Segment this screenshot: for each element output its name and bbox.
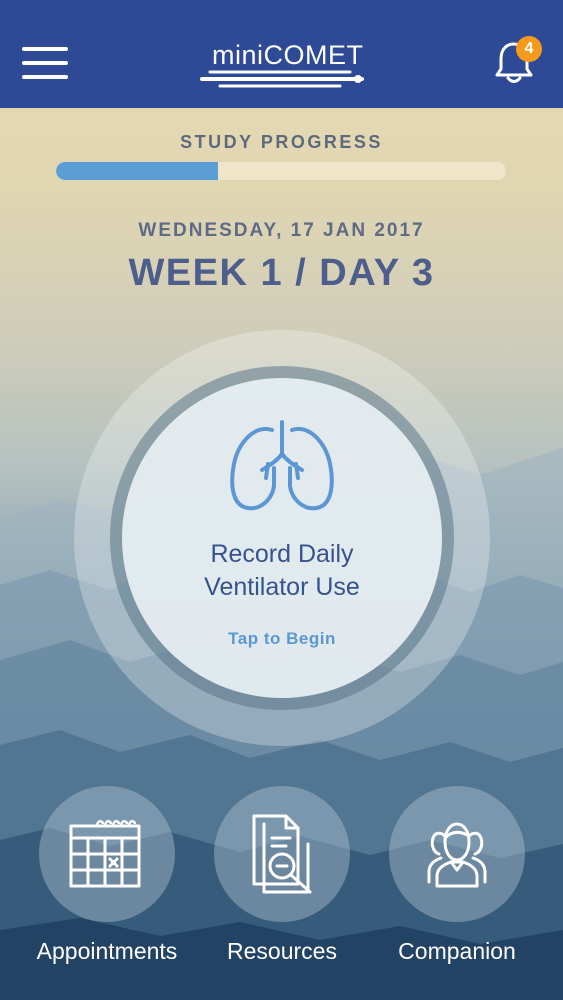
notification-badge: 4	[516, 36, 542, 62]
record-ventilator-button[interactable]: Record Daily Ventilator Use Tap to Begin	[122, 378, 442, 698]
calendar-icon	[69, 820, 141, 888]
companion-label[interactable]: Companion	[367, 938, 547, 965]
document-search-icon	[252, 814, 312, 894]
logo-text: miniCOMET	[212, 40, 364, 70]
study-progress-fill	[56, 162, 218, 180]
current-date: WEDNESDAY, 17 JAN 2017	[138, 220, 425, 241]
resources-label[interactable]: Resources	[192, 938, 372, 965]
week-day-heading: WEEK 1 / DAY 3	[128, 252, 435, 294]
record-title: Record Daily Ventilator Use	[122, 538, 442, 604]
app-logo: miniCOMET	[200, 38, 365, 94]
study-progress-bar	[56, 162, 506, 180]
record-title-line2: Ventilator Use	[204, 573, 360, 601]
app-screen: miniCOMET 4 STUDY PROGRESS WEDNESDAY, 17…	[0, 0, 563, 1000]
resources-button[interactable]	[214, 786, 350, 922]
menu-icon[interactable]	[22, 47, 68, 79]
people-icon	[427, 822, 487, 888]
record-title-line1: Record Daily	[210, 540, 354, 568]
tap-to-begin-label: Tap to Begin	[228, 629, 336, 648]
appointments-button[interactable]	[39, 786, 175, 922]
study-progress-label: STUDY PROGRESS	[180, 132, 383, 152]
appointments-label[interactable]: Appointments	[17, 938, 197, 965]
companion-button[interactable]	[389, 786, 525, 922]
comet-streaks-icon	[200, 70, 364, 88]
top-bar: miniCOMET 4	[0, 0, 563, 108]
lungs-icon	[230, 420, 334, 511]
